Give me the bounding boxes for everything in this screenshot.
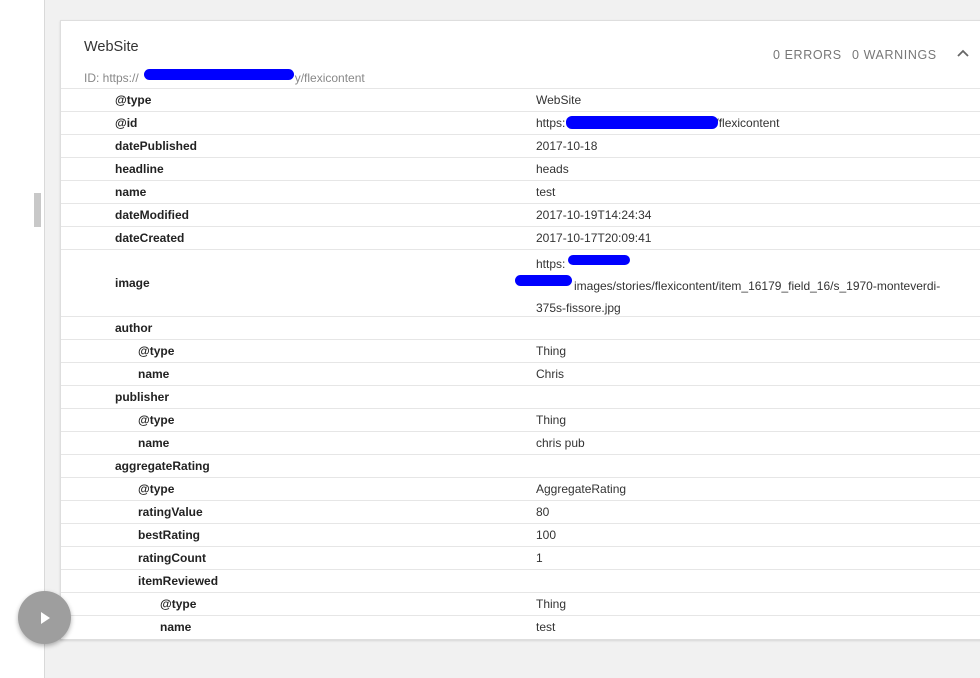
property-key: dateCreated (115, 231, 185, 245)
table-row: datePublished 2017-10-18 (61, 134, 980, 157)
redaction-mark (144, 69, 294, 80)
table-row: @type AggregateRating (61, 477, 980, 500)
table-row: dateCreated 2017-10-17T20:09:41 (61, 226, 980, 249)
property-key: author (115, 321, 153, 335)
property-value: heads (536, 162, 569, 176)
redaction-mark (568, 255, 630, 265)
id-value-prefix: https: (536, 116, 566, 130)
error-count: 0 ERRORS (773, 48, 842, 62)
property-key: headline (115, 162, 164, 176)
property-value: 1 (536, 551, 543, 565)
table-row: publisher (61, 385, 980, 408)
property-value: 100 (536, 528, 557, 542)
image-url-line2: images/stories/flexicontent/item_16179_f… (574, 279, 941, 293)
property-key: @type (160, 597, 197, 611)
table-row: @type Thing (61, 408, 980, 431)
table-row: image https: images/stories/flexicontent… (61, 249, 980, 316)
scrollbar-thumb[interactable] (34, 193, 41, 227)
image-url-line3: 375s-fissore.jpg (536, 301, 621, 315)
property-value: Thing (536, 413, 567, 427)
property-value: chris pub (536, 436, 585, 450)
property-value: 2017-10-18 (536, 139, 598, 153)
property-key: aggregateRating (115, 459, 210, 473)
property-value: 80 (536, 505, 550, 519)
image-url-line1: https: (536, 257, 566, 271)
left-panel (0, 0, 45, 678)
property-value: test (536, 620, 556, 634)
property-key: name (160, 620, 192, 634)
property-value: Chris (536, 367, 565, 381)
table-row: name chris pub (61, 431, 980, 454)
table-row: ratingCount 1 (61, 546, 980, 569)
table-row: aggregateRating (61, 454, 980, 477)
table-row: bestRating 100 (61, 523, 980, 546)
table-row: author (61, 316, 980, 339)
property-key: name (115, 185, 147, 199)
card-id-prefix: ID: https:// (84, 71, 139, 85)
property-key: name (138, 436, 170, 450)
warning-count: 0 WARNINGS (852, 48, 937, 62)
table-row: @type WebSite (61, 88, 980, 111)
property-key: name (138, 367, 170, 381)
property-table: @type WebSite @id https: /flexicontent da… (61, 88, 980, 638)
property-key: @id (115, 116, 138, 130)
redaction-mark (515, 275, 572, 286)
property-key: dateModified (115, 208, 189, 222)
property-key: datePublished (115, 139, 198, 153)
result-card: WebSite ID: https:// y/flexicontent 0 ERR… (60, 20, 980, 640)
table-row: ratingValue 80 (61, 500, 980, 523)
property-key: image (115, 276, 150, 290)
property-key: @type (138, 344, 175, 358)
property-key: ratingValue (138, 505, 203, 519)
property-key: publisher (115, 390, 170, 404)
table-row: @id https: /flexicontent (61, 111, 980, 134)
table-row: headline heads (61, 157, 980, 180)
card-id-suffix: y/flexicontent (294, 71, 365, 85)
property-value: 2017-10-17T20:09:41 (536, 231, 652, 245)
property-key: itemReviewed (138, 574, 219, 588)
play-icon (40, 611, 50, 624)
property-value: Thing (536, 344, 567, 358)
property-value: AggregateRating (536, 482, 627, 496)
chevron-up-icon (957, 49, 969, 57)
property-key: @type (138, 482, 175, 496)
property-value: Thing (536, 597, 567, 611)
table-row: @type Thing (61, 592, 980, 615)
redaction-mark (566, 116, 718, 129)
table-row: name Chris (61, 362, 980, 385)
table-row: @type Thing (61, 339, 980, 362)
card-title: WebSite (84, 39, 139, 55)
collapse-button[interactable] (951, 41, 975, 65)
property-key: @type (115, 93, 152, 107)
table-row: dateModified 2017-10-19T14:24:34 (61, 203, 980, 226)
property-value: test (536, 185, 556, 199)
property-key: @type (138, 413, 175, 427)
play-button[interactable] (18, 591, 71, 644)
property-value: WebSite (536, 93, 582, 107)
id-value-suffix: /flexicontent (715, 116, 780, 130)
table-row: name test (61, 180, 980, 203)
property-key: bestRating (138, 528, 201, 542)
table-row: name test (61, 615, 980, 638)
property-key: ratingCount (138, 551, 206, 565)
table-row: itemReviewed (61, 569, 980, 592)
property-value: 2017-10-19T14:24:34 (536, 208, 652, 222)
